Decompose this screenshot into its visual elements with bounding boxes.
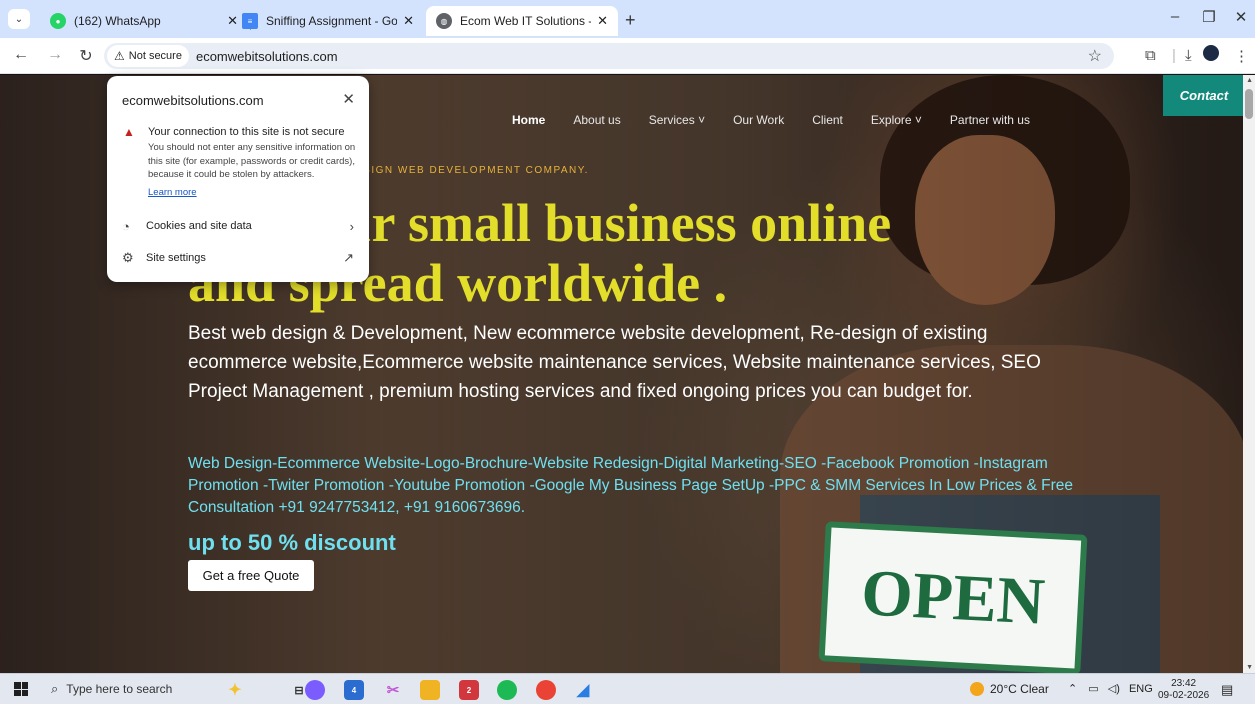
close-window-button[interactable]: ✕ [1226, 8, 1255, 26]
tab-sniffing-assignment[interactable]: ≡ Sniffing Assignment - Google D ✕ [232, 6, 424, 36]
search-icon: ⌕ [51, 681, 59, 696]
services-text: Web Design-Ecommerce Website-Logo-Brochu… [188, 455, 1074, 516]
chevron-right-icon: › [349, 218, 354, 234]
tab-strip: ⌄ ● (162) WhatsApp ✕ ≡ Sniffing Assignme… [0, 0, 1255, 38]
mail-icon[interactable]: 4 [344, 680, 364, 700]
site-info-warning-body: You should not enter any sensitive infor… [148, 142, 356, 180]
weather-text: 20°C Clear [990, 682, 1049, 696]
close-icon[interactable]: ✕ [342, 90, 355, 108]
minimize-button[interactable]: – [1160, 8, 1190, 25]
url-text[interactable]: ecomwebitsolutions.com [196, 49, 338, 64]
windows-taskbar: ⌕ Type here to search ✦ ⊟ 4 ✂ 2 ◢ 20°C C… [0, 673, 1255, 704]
site-info-warning-title: Your connection to this site is not secu… [148, 126, 345, 138]
open-sign: OPEN [818, 521, 1088, 673]
chrome-icon[interactable] [536, 680, 556, 700]
nav-client[interactable]: Client [812, 113, 843, 127]
extensions-icon[interactable]: ⧉ [1145, 47, 1156, 64]
gear-icon: ⚙ [122, 250, 134, 265]
bookmark-star-icon[interactable]: ☆ [1088, 46, 1102, 66]
nav-partner[interactable]: Partner with us [950, 113, 1030, 127]
toolbar-divider: | [1172, 47, 1176, 64]
download-icon[interactable]: ⤓ [1185, 47, 1192, 64]
spotify-icon[interactable] [497, 680, 517, 700]
tab-search-icon[interactable]: ⌄ [8, 9, 30, 29]
back-button[interactable]: ← [11, 46, 31, 64]
mail-badge: 4 [351, 685, 357, 695]
scroll-down-arrow-icon[interactable]: ▼ [1246, 664, 1253, 671]
nav-our-work[interactable]: Our Work [733, 113, 784, 127]
search-placeholder: Type here to search [66, 682, 173, 696]
site-nav: Home About us Services ˅ Our Work Client… [512, 113, 1058, 127]
globe-icon: ◍ [436, 13, 452, 29]
hero-description: Best web design & Development, New ecomm… [188, 323, 1041, 402]
chevron-up-icon[interactable]: ⌃ [1068, 683, 1077, 695]
forward-button[interactable]: → [45, 46, 65, 64]
close-tab-icon[interactable]: ✕ [403, 13, 414, 29]
l-app-badge: 2 [466, 685, 472, 695]
learn-more-link[interactable]: Learn more [148, 187, 197, 198]
copilot-sparkle-icon[interactable]: ✦ [225, 680, 245, 700]
browser-toolbar: ← → ↻ ⚠ Not secure ecomwebitsolutions.co… [0, 38, 1255, 74]
language-indicator[interactable]: ENG [1129, 683, 1153, 695]
nav-about-us[interactable]: About us [573, 113, 620, 127]
menu-kebab-icon[interactable]: ⋮ [1234, 47, 1249, 65]
site-settings-row[interactable]: ⚙ Site settings ↗ [122, 248, 354, 268]
tab-title: Ecom Web IT Solutions - Web D [460, 14, 591, 28]
site-info-domain: ecomwebitsolutions.com [122, 93, 264, 108]
cookie-icon: ◔ [122, 218, 130, 234]
weather-sun-icon [970, 682, 984, 696]
taskbar-search[interactable]: ⌕ Type here to search [51, 681, 172, 697]
scroll-up-arrow-icon[interactable]: ▲ [1246, 77, 1253, 84]
tab-title: Sniffing Assignment - Google D [266, 14, 398, 28]
nav-explore[interactable]: Explore ˅ [871, 113, 922, 127]
notification-icon[interactable]: ▤ [1221, 682, 1233, 698]
address-bar[interactable]: ⚠ Not secure ecomwebitsolutions.com ☆ [104, 43, 1114, 69]
tab-ecom-web[interactable]: ◍ Ecom Web IT Solutions - Web D ✕ [426, 6, 618, 36]
google-docs-icon: ≡ [242, 13, 258, 29]
site-settings-label: Site settings [146, 252, 206, 264]
nav-services[interactable]: Services ˅ [649, 113, 705, 127]
snipping-tool-icon[interactable]: ✂ [383, 680, 403, 700]
system-tray[interactable]: ⌃ ▭ ◁) ENG [1068, 682, 1153, 695]
warning-triangle-icon: ▲ [123, 125, 135, 139]
security-chip[interactable]: ⚠ Not secure [107, 45, 189, 67]
network-icon[interactable]: ▭ [1088, 683, 1098, 695]
volume-icon[interactable]: ◁) [1108, 683, 1120, 695]
azure-icon[interactable]: ◢ [573, 680, 593, 700]
hero-tagline: ESIGN WEB DEVELOPMENT COMPANY. [355, 165, 589, 176]
get-quote-button[interactable]: Get a free Quote [188, 560, 314, 591]
tab-title: (162) WhatsApp [74, 14, 161, 28]
warning-triangle-icon: ⚠ [114, 49, 125, 63]
windows-start-icon[interactable] [14, 682, 28, 696]
discount-text: up to 50 % discount [188, 530, 396, 555]
reload-button[interactable]: ↻ [76, 46, 96, 66]
clock-date: 09-02-2026 [1158, 690, 1210, 701]
weather-widget[interactable]: 20°C Clear [970, 682, 1049, 696]
close-tab-icon[interactable]: ✕ [597, 13, 608, 29]
copilot-app-icon[interactable] [305, 680, 325, 700]
scroll-thumb[interactable] [1245, 89, 1253, 119]
new-tab-button[interactable]: + [625, 10, 636, 31]
cookies-label: Cookies and site data [146, 220, 252, 232]
l-app-icon[interactable]: 2 [459, 680, 479, 700]
whatsapp-icon: ● [50, 13, 66, 29]
tab-whatsapp[interactable]: ● (162) WhatsApp ✕ [40, 6, 248, 36]
clock[interactable]: 23:42 09-02-2026 [1158, 678, 1209, 702]
site-info-popup: ecomwebitsolutions.com ✕ ▲ Your connecti… [107, 76, 369, 282]
profile-avatar-icon[interactable] [1203, 45, 1219, 61]
restore-button[interactable]: ❐ [1194, 8, 1224, 26]
page-scrollbar[interactable]: ▲ ▼ [1243, 75, 1255, 673]
security-label: Not secure [128, 50, 182, 62]
external-link-icon: ↗ [343, 250, 354, 265]
nav-home[interactable]: Home [512, 113, 545, 127]
clock-time: 23:42 [1171, 678, 1197, 689]
file-explorer-icon[interactable] [420, 680, 440, 700]
contact-button[interactable]: Contact [1163, 75, 1245, 116]
cookies-row[interactable]: ◔ Cookies and site data › [122, 216, 354, 236]
